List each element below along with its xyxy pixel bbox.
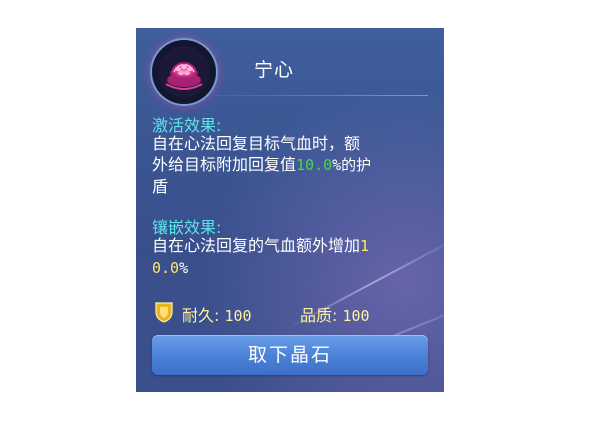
shield-icon xyxy=(152,300,176,324)
quality-stat: 品质: 100 xyxy=(300,302,370,326)
activation-text: 外给目标附加回复值 xyxy=(152,155,297,174)
gem-name: 宁心 xyxy=(254,59,295,81)
inlay-text: 自在心法回复的气血额外增加 xyxy=(152,236,361,255)
activation-line-1: 自在心法回复目标气血时，额 xyxy=(152,134,361,153)
divider xyxy=(216,95,428,96)
inlay-line-2: 0.0% xyxy=(152,257,436,279)
gem-tooltip-panel: 宁心 激活效果: 自在心法回复目标气血时，额 外给目标附加回复值10.0%的护 … xyxy=(136,28,444,392)
inlay-description: 自在心法回复的气血额外增加1 0.0% xyxy=(152,235,436,279)
inlay-value: 1 xyxy=(360,237,370,255)
inlay-value: 0.0 xyxy=(152,259,180,277)
durability-stat: 耐久: 100 xyxy=(182,302,252,326)
activation-line-2: 外给目标附加回复值10.0%的护 xyxy=(152,154,436,176)
quality-label: 品质: xyxy=(300,306,338,325)
durability-label: 耐久: xyxy=(182,306,220,325)
activation-line-3: 盾 xyxy=(152,177,169,196)
remove-gem-button[interactable]: 取下晶石 xyxy=(152,335,428,375)
activation-text: %的护 xyxy=(332,156,372,174)
lotus-gem-icon xyxy=(152,40,216,104)
durability-value: 100 xyxy=(224,307,252,325)
inlay-line-1: 自在心法回复的气血额外增加1 xyxy=(152,235,436,257)
activation-value: 10.0 xyxy=(296,156,333,174)
quality-value: 100 xyxy=(342,307,370,325)
activation-description: 自在心法回复目标气血时，额 外给目标附加回复值10.0%的护 盾 xyxy=(152,133,436,197)
inlay-text: % xyxy=(179,259,189,277)
